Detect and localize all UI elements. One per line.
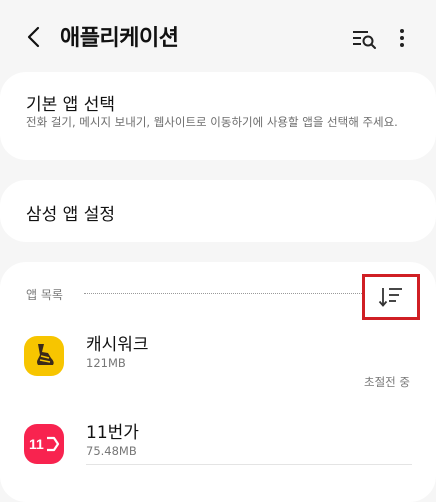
header: 애플리케이션 bbox=[0, 0, 436, 72]
app-size: 121MB bbox=[86, 356, 126, 370]
more-options-button[interactable] bbox=[390, 24, 414, 52]
search-button[interactable] bbox=[350, 24, 378, 52]
app-size: 75.48MB bbox=[86, 444, 137, 458]
section-divider bbox=[84, 293, 364, 294]
app-name: 캐시워크 bbox=[86, 335, 149, 355]
chevron-left-icon bbox=[27, 26, 40, 48]
back-button[interactable] bbox=[18, 22, 48, 52]
app-status: 초절전 중 bbox=[364, 375, 410, 389]
app-list-card: 앱 목록 캐시워크 121MB 초절전 중 11 11번가 75.48MB bbox=[0, 262, 436, 502]
samsung-app-settings-card[interactable]: 삼성 앱 설정 bbox=[0, 180, 436, 242]
samsung-app-settings-title: 삼성 앱 설정 bbox=[26, 205, 116, 225]
page-title: 애플리케이션 bbox=[60, 26, 179, 51]
sort-button[interactable] bbox=[362, 274, 420, 320]
more-vertical-icon bbox=[400, 29, 404, 33]
sort-icon bbox=[378, 288, 402, 307]
app-name: 11번가 bbox=[86, 423, 139, 443]
cashwalk-shoe-icon bbox=[24, 336, 64, 376]
default-apps-description: 전화 걸기, 메시지 보내기, 웹사이트로 이동하기에 사용할 앱을 선택해 주… bbox=[26, 115, 398, 129]
list-item[interactable]: 캐시워크 121MB 초절전 중 bbox=[0, 322, 436, 465]
app-list-label: 앱 목록 bbox=[26, 288, 63, 302]
default-apps-title: 기본 앱 선택 bbox=[26, 95, 116, 115]
svg-text:11: 11 bbox=[29, 436, 44, 452]
list-item[interactable]: 11 11번가 75.48MB bbox=[0, 410, 436, 490]
11st-logo-icon: 11 bbox=[24, 424, 64, 464]
list-search-icon bbox=[353, 31, 376, 49]
default-apps-card[interactable]: 기본 앱 선택 전화 걸기, 메시지 보내기, 웹사이트로 이동하기에 사용할 … bbox=[0, 72, 436, 160]
